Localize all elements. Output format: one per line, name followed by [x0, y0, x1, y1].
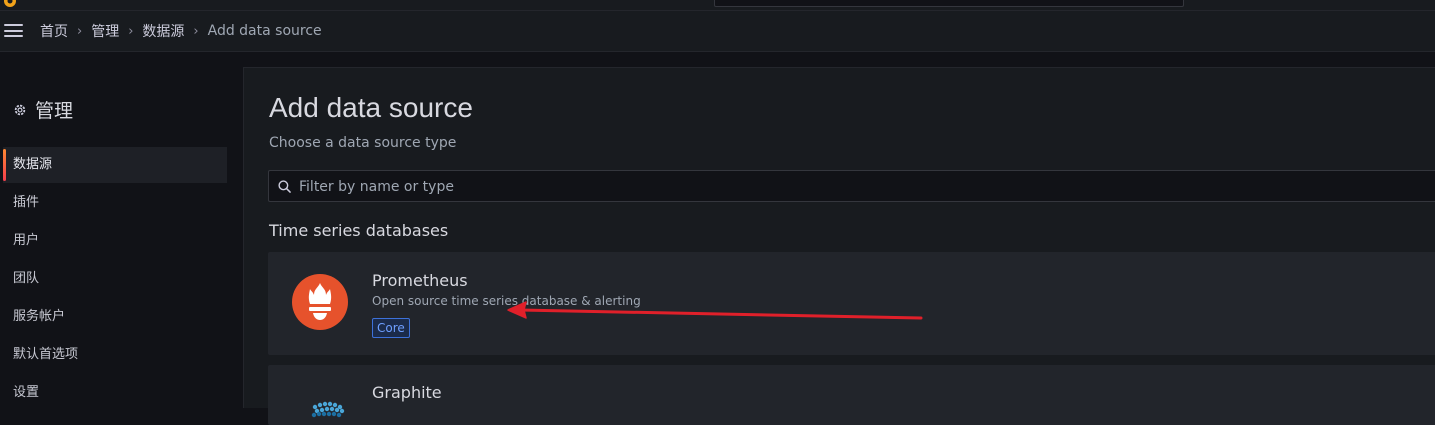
sidebar-item-teams[interactable]: 团队 [3, 261, 227, 297]
sidebar-title-label: 管理 [35, 100, 74, 122]
top-search-box[interactable] [714, 0, 1184, 7]
breadcrumb-datasources[interactable]: 数据源 [142, 21, 184, 41]
breadcrumb-current: Add data source [207, 23, 322, 39]
datasource-card-graphite[interactable]: Graphite [268, 365, 1435, 425]
graphite-logo-icon [311, 401, 345, 418]
grafana-logo-icon[interactable] [3, 0, 17, 8]
search-icon [278, 180, 291, 193]
chevron-right-icon: › [193, 23, 199, 39]
admin-sidebar: 管理 数据源 插件 用户 团队 服务帐户 默认首选项 设置 [0, 52, 243, 407]
datasource-description: Open source time series database & alert… [372, 294, 641, 308]
breadcrumb-bar: 首页 › 管理 › 数据源 › Add data source [0, 11, 1435, 52]
core-badge: Core [372, 318, 410, 338]
section-heading: Time series databases [269, 221, 449, 240]
sidebar-item-plugins[interactable]: 插件 [3, 185, 227, 221]
sidebar-title: 管理 [13, 96, 73, 123]
chevron-right-icon: › [128, 23, 134, 39]
sidebar-item-users[interactable]: 用户 [3, 223, 227, 259]
sidebar-item-default-preferences[interactable]: 默认首选项 [3, 337, 227, 373]
breadcrumb-home[interactable]: 首页 [40, 21, 68, 41]
chevron-right-icon: › [77, 23, 83, 39]
datasource-name: Prometheus [372, 271, 468, 290]
gear-icon [14, 104, 26, 115]
page-subtitle: Choose a data source type [269, 135, 457, 151]
filter-box[interactable] [268, 170, 1435, 203]
top-bar [0, 0, 1435, 11]
datasource-card-prometheus[interactable]: Prometheus Open source time series datab… [268, 252, 1435, 355]
datasource-name: Graphite [372, 383, 442, 402]
hamburger-menu-icon[interactable] [4, 24, 23, 37]
breadcrumb: 首页 › 管理 › 数据源 › Add data source [40, 21, 322, 41]
main-panel: Add data source Choose a data source typ… [243, 67, 1435, 425]
sidebar-item-datasources[interactable]: 数据源 [3, 147, 227, 183]
filter-input[interactable] [297, 171, 1401, 203]
sidebar-item-settings[interactable]: 设置 [3, 375, 227, 411]
sidebar-item-service-accounts[interactable]: 服务帐户 [3, 299, 227, 335]
page-title: Add data source [269, 92, 473, 123]
breadcrumb-admin[interactable]: 管理 [91, 21, 119, 41]
prometheus-logo-icon [292, 274, 348, 330]
